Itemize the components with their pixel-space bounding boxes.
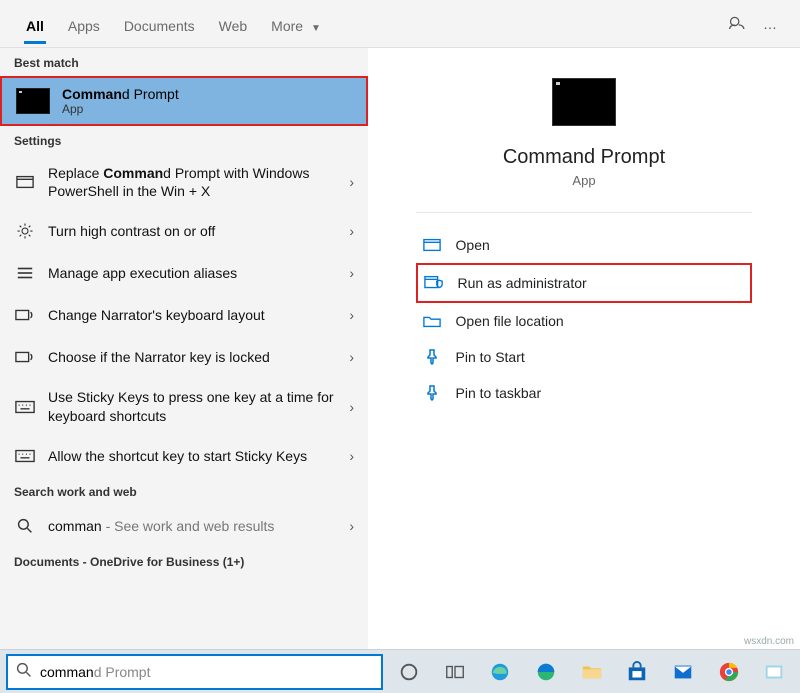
search-icon [14, 515, 36, 537]
narrator-lock-icon [14, 346, 36, 368]
section-documents: Documents - OneDrive for Business (1+) [0, 547, 368, 575]
setting-high-contrast[interactable]: Turn high contrast on or off › [0, 210, 368, 252]
command-prompt-icon [16, 88, 50, 114]
chevron-right-icon: › [349, 174, 354, 190]
narrator-icon [14, 304, 36, 326]
admin-shield-icon [422, 274, 446, 292]
action-label: Open [456, 237, 490, 253]
chevron-right-icon: › [349, 349, 354, 365]
action-label: Open file location [456, 313, 564, 329]
chevron-right-icon: › [349, 399, 354, 415]
action-label: Run as administrator [458, 275, 587, 291]
section-settings: Settings [0, 126, 368, 154]
chevron-right-icon: › [349, 265, 354, 281]
tab-documents[interactable]: Documents [112, 4, 207, 44]
folder-icon [420, 312, 444, 330]
section-search-web: Search work and web [0, 477, 368, 505]
chevron-right-icon: › [349, 518, 354, 534]
app-store-icon[interactable] [617, 654, 657, 690]
best-match-title: Command Prompt [62, 86, 179, 102]
feedback-icon[interactable] [722, 8, 754, 40]
taskbar: command Prompt [0, 649, 800, 693]
app-edge2-icon[interactable] [526, 654, 566, 690]
keyboard-icon [14, 396, 36, 418]
brightness-icon [14, 220, 36, 242]
setting-label: Choose if the Narrator key is locked [48, 348, 349, 366]
action-run-as-admin[interactable]: Run as administrator [416, 263, 753, 303]
search-typed-text: comman [40, 664, 94, 680]
watermark: wsxdn.com [744, 636, 794, 647]
setting-narrator-layout[interactable]: Change Narrator's keyboard layout › [0, 294, 368, 336]
search-icon [16, 662, 32, 681]
setting-label: Replace Command Prompt with Windows Powe… [48, 164, 349, 200]
more-options-icon[interactable]: … [754, 8, 786, 40]
setting-label: Manage app execution aliases [48, 264, 349, 282]
preview-subtitle: App [572, 173, 595, 188]
action-pin-to-start[interactable]: Pin to Start [416, 339, 753, 375]
cortana-icon[interactable] [389, 654, 429, 690]
best-match-subtitle: App [62, 102, 179, 116]
app-generic-icon[interactable] [754, 654, 794, 690]
chevron-down-icon: ▼ [311, 23, 321, 34]
pin-icon [420, 348, 444, 366]
search-ghost-text: d Prompt [94, 664, 151, 680]
setting-label: Allow the shortcut key to start Sticky K… [48, 447, 349, 465]
tab-more[interactable]: More ▼ [259, 4, 333, 44]
result-best-match[interactable]: Command Prompt App [0, 76, 368, 126]
setting-label: Change Narrator's keyboard layout [48, 306, 349, 324]
setting-narrator-key[interactable]: Choose if the Narrator key is locked › [0, 336, 368, 378]
web-search-result[interactable]: comman - See work and web results › [0, 505, 368, 547]
setting-sticky-keys[interactable]: Use Sticky Keys to press one key at a ti… [0, 378, 368, 434]
command-prompt-large-icon [552, 78, 616, 126]
web-search-label: comman - See work and web results [48, 517, 349, 535]
app-chrome-icon[interactable] [709, 654, 749, 690]
app-explorer-icon[interactable] [572, 654, 612, 690]
setting-label: Use Sticky Keys to press one key at a ti… [48, 388, 349, 424]
chevron-right-icon: › [349, 307, 354, 323]
action-pin-to-taskbar[interactable]: Pin to taskbar [416, 375, 753, 411]
taskbar-search-box[interactable]: command Prompt [6, 654, 383, 690]
window-icon [14, 171, 36, 193]
keyboard-icon [14, 445, 36, 467]
action-open-file-location[interactable]: Open file location [416, 303, 753, 339]
preview-title: Command Prompt [503, 146, 665, 169]
action-label: Pin to Start [456, 349, 525, 365]
filter-tabbar: All Apps Documents Web More ▼ … [0, 0, 800, 48]
tab-more-label: More [271, 18, 303, 34]
setting-replace-cmd[interactable]: Replace Command Prompt with Windows Powe… [0, 154, 368, 210]
open-icon [420, 236, 444, 254]
task-view-icon[interactable] [435, 654, 475, 690]
action-list: Open Run as administrator Open file loca… [416, 227, 753, 411]
setting-app-aliases[interactable]: Manage app execution aliases › [0, 252, 368, 294]
setting-sticky-shortcut[interactable]: Allow the shortcut key to start Sticky K… [0, 435, 368, 477]
chevron-right-icon: › [349, 448, 354, 464]
action-open[interactable]: Open [416, 227, 753, 263]
setting-label: Turn high contrast on or off [48, 222, 349, 240]
search-panel: All Apps Documents Web More ▼ … Best mat… [0, 0, 800, 693]
list-icon [14, 262, 36, 284]
divider [416, 212, 753, 213]
app-edge-icon[interactable] [480, 654, 520, 690]
app-mail-icon[interactable] [663, 654, 703, 690]
tab-all[interactable]: All [14, 4, 56, 44]
chevron-right-icon: › [349, 223, 354, 239]
pin-icon [420, 384, 444, 402]
preview-pane: Command Prompt App Open Run as administr… [368, 48, 800, 649]
results-list: Best match Command Prompt App Settings R… [0, 48, 368, 649]
action-label: Pin to taskbar [456, 385, 542, 401]
tab-web[interactable]: Web [207, 4, 260, 44]
tab-apps[interactable]: Apps [56, 4, 112, 44]
section-best-match: Best match [0, 48, 368, 76]
